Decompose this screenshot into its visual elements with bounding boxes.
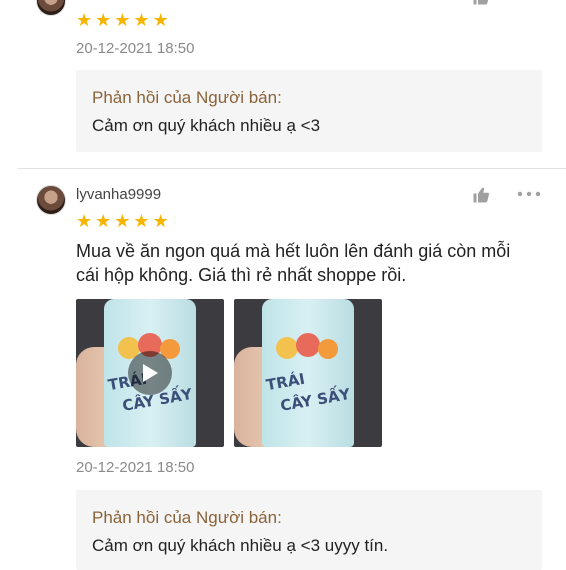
review-date: 20-12-2021 18:50 xyxy=(76,40,195,57)
review-text-line: cái hộp không. Giá thì rẻ nhất shoppe rồ… xyxy=(76,265,407,285)
can-label: TRÁI xyxy=(264,369,307,395)
product-can-image: TRÁI CÂY SẤY xyxy=(262,299,354,447)
star-icon: ★ xyxy=(152,10,169,30)
rating-stars: ★ ★ ★ ★ ★ xyxy=(76,212,169,230)
star-icon: ★ xyxy=(114,10,131,30)
star-icon: ★ xyxy=(152,211,169,231)
seller-reply-text: Cảm ơn quý khách nhiều ạ <3 uyyy tín. xyxy=(92,536,389,555)
review-image-thumbnail[interactable]: TRÁI CÂY SẤY xyxy=(234,299,382,447)
rating-stars: ★ ★ ★ ★ ★ xyxy=(76,11,169,29)
play-icon[interactable] xyxy=(128,351,172,395)
review-video-thumbnail[interactable]: TRÁI CÂY SẤY xyxy=(76,299,224,447)
star-icon: ★ xyxy=(95,10,112,30)
seller-reply-title: Phản hồi của Người bán: xyxy=(92,508,282,527)
avatar[interactable] xyxy=(36,185,66,215)
review-text-line: Mua về ăn ngon quá mà hết luôn lên đánh … xyxy=(76,241,511,261)
seller-reply: Phản hồi của Người bán: Cảm ơn quý khách… xyxy=(76,70,542,152)
star-icon: ★ xyxy=(95,211,112,231)
username[interactable]: lyvanha9999 xyxy=(76,186,161,203)
star-icon: ★ xyxy=(114,211,131,231)
seller-reply-title: Phản hồi của Người bán: xyxy=(92,88,282,107)
star-icon: ★ xyxy=(76,211,93,231)
review-date: 20-12-2021 18:50 xyxy=(76,459,195,476)
seller-reply-text: Cảm ơn quý khách nhiều ạ <3 xyxy=(92,116,321,135)
star-icon: ★ xyxy=(133,10,150,30)
seller-reply: Phản hồi của Người bán: Cảm ơn quý khách… xyxy=(76,490,542,570)
more-icon[interactable] xyxy=(517,184,541,210)
thumbs-up-icon[interactable] xyxy=(472,0,490,11)
star-icon: ★ xyxy=(133,211,150,231)
star-icon: ★ xyxy=(76,10,93,30)
avatar[interactable] xyxy=(36,0,66,16)
divider xyxy=(18,168,566,169)
thumbs-up-icon[interactable] xyxy=(472,186,490,209)
